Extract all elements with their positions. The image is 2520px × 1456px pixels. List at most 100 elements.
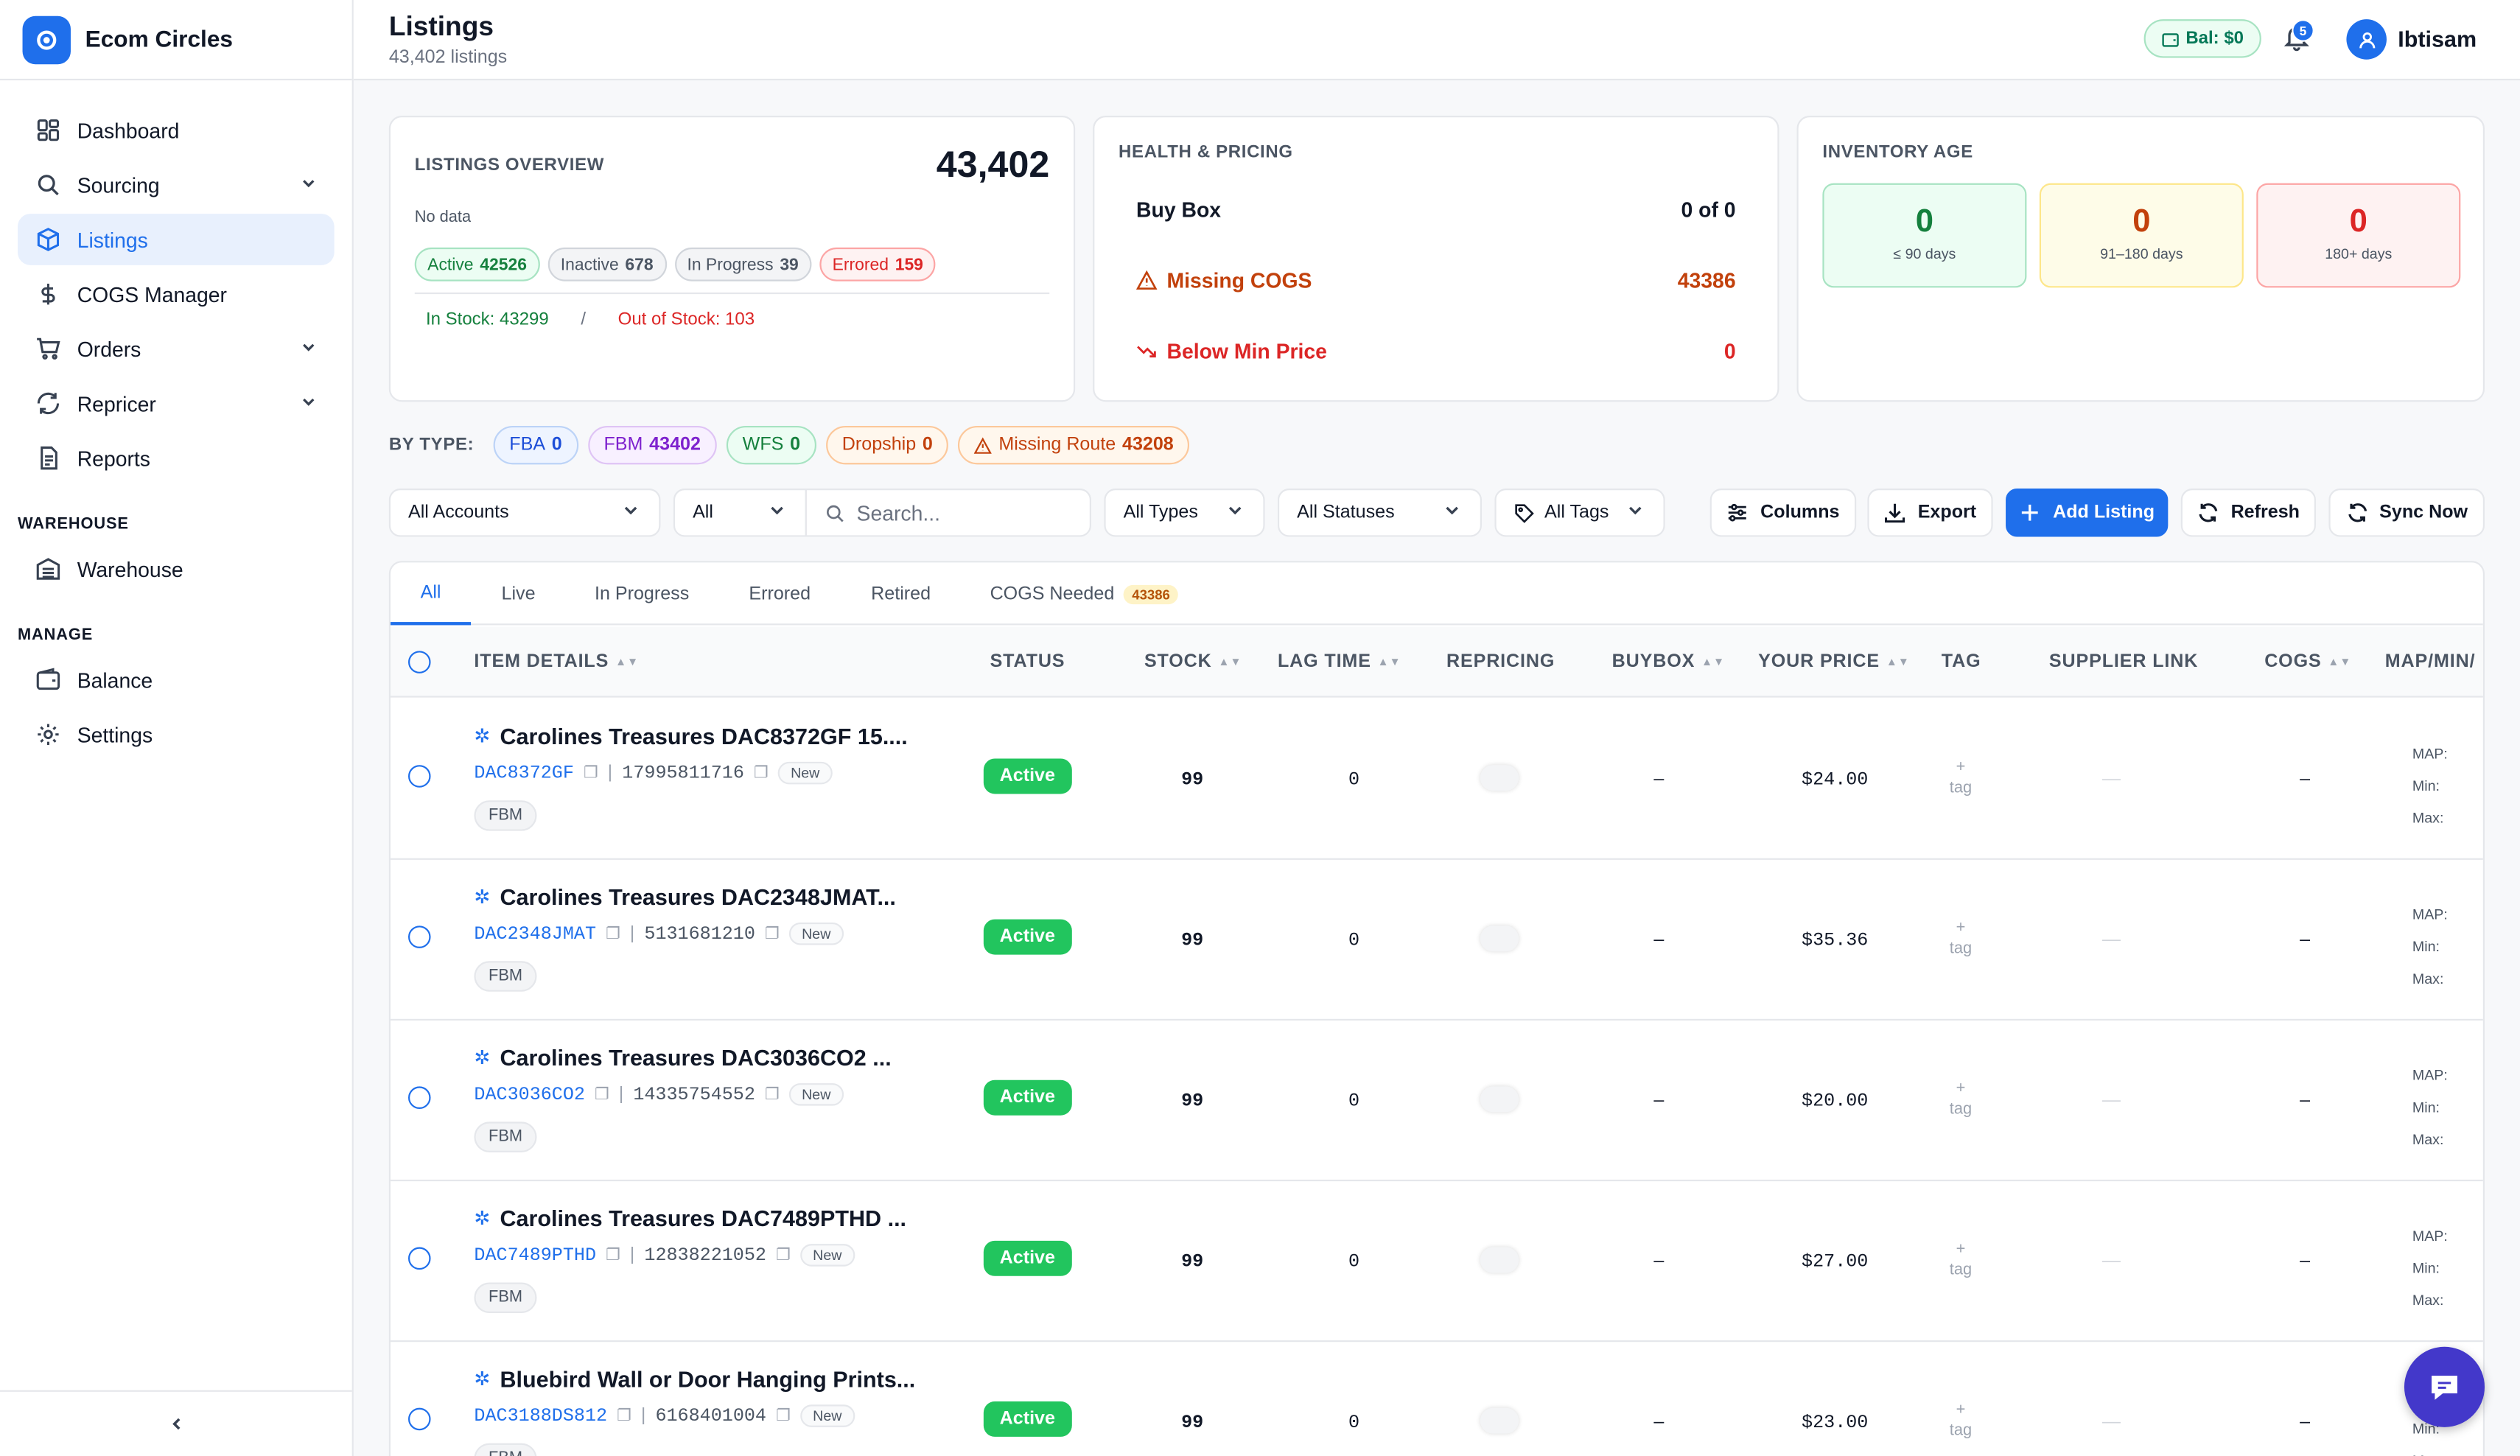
type-pill-missing-route[interactable]: Missing Route 43208 xyxy=(958,425,1190,465)
price-value[interactable]: $24.00 xyxy=(1802,770,1868,791)
copy-icon[interactable]: ❐ xyxy=(765,1085,780,1103)
row-checkbox[interactable] xyxy=(408,1086,431,1109)
sidebar-item-repricer[interactable]: Repricer xyxy=(18,378,335,430)
sidebar-item-settings[interactable]: Settings xyxy=(18,709,335,760)
price-value[interactable]: $35.36 xyxy=(1802,931,1868,951)
supplier-link-value[interactable]: — xyxy=(2102,1252,2121,1271)
below-min-price-row[interactable]: Below Min Price 0 xyxy=(1136,339,1736,363)
missing-cogs-row[interactable]: Missing COGS 43386 xyxy=(1136,268,1736,293)
statuses-select[interactable]: All Statuses xyxy=(1277,489,1482,537)
sidebar-item-reports[interactable]: Reports xyxy=(18,433,335,484)
price-value[interactable]: $27.00 xyxy=(1802,1252,1868,1273)
table-row[interactable]: ✲ Carolines Treasures DAC7489PTHD ... DAC7… xyxy=(391,1181,2483,1343)
user-name[interactable]: Ibtisam xyxy=(2398,26,2477,52)
column-item-details[interactable]: ITEM DETAILS ▲▼ xyxy=(474,627,639,698)
price-value[interactable]: $23.00 xyxy=(1802,1413,1868,1433)
column-cogs[interactable]: COGS ▲▼ xyxy=(2264,627,2351,698)
column-lag-time[interactable]: LAG TIME ▲▼ xyxy=(1278,627,1401,698)
price-value[interactable]: $20.00 xyxy=(1802,1091,1868,1112)
product-title[interactable]: ✲ Carolines Treasures DAC3036CO2 ... xyxy=(474,1045,891,1071)
repricing-toggle[interactable] xyxy=(1480,1407,1519,1434)
chevron-down-icon[interactable] xyxy=(299,172,318,197)
tab-cogs-needed[interactable]: COGS Needed 43386 xyxy=(990,562,1178,625)
column-tag[interactable]: TAG xyxy=(1942,627,1981,698)
tags-select[interactable]: All Tags xyxy=(1494,489,1665,537)
age-box-180-plus[interactable]: 0 180+ days xyxy=(2256,183,2461,288)
table-row[interactable]: ✲ Carolines Treasures DAC2348JMAT... DAC23… xyxy=(391,860,2483,1021)
age-box-91-180[interactable]: 0 91–180 days xyxy=(2039,183,2244,288)
map-min-max[interactable]: MAP:–Min:–Max:– xyxy=(2412,738,2483,834)
supplier-link-value[interactable]: — xyxy=(2102,770,2121,789)
sku-link[interactable]: DAC8372GF xyxy=(474,763,574,783)
row-checkbox[interactable] xyxy=(408,1407,431,1431)
add-tag-button[interactable]: + tag xyxy=(1936,1239,1984,1281)
repricing-toggle[interactable] xyxy=(1480,1086,1519,1113)
supplier-link-value[interactable]: — xyxy=(2102,1091,2121,1110)
sidebar-item-sourcing[interactable]: Sourcing xyxy=(18,159,335,211)
add-tag-button[interactable]: + tag xyxy=(1936,757,1984,799)
copy-icon[interactable]: ❐ xyxy=(754,764,769,782)
column-your-price[interactable]: YOUR PRICE ▲▼ xyxy=(1758,627,1910,698)
row-checkbox[interactable] xyxy=(408,1247,431,1270)
repricing-toggle[interactable] xyxy=(1480,925,1519,952)
tab-errored[interactable]: Errored xyxy=(749,562,811,625)
sku-link[interactable]: DAC7489PTHD xyxy=(474,1245,596,1265)
copy-icon[interactable]: ❐ xyxy=(606,1246,620,1264)
cogs-value[interactable]: – xyxy=(2300,770,2310,789)
collapse-sidebar-button[interactable] xyxy=(0,1390,352,1456)
types-select[interactable]: All Types xyxy=(1104,489,1265,537)
product-title[interactable]: ✲ Carolines Treasures DAC8372GF 15.... xyxy=(474,724,907,749)
copy-icon[interactable]: ❐ xyxy=(595,1085,609,1103)
column-map-min-max[interactable]: MAP/MIN/ xyxy=(2385,627,2476,698)
tab-all[interactable]: All xyxy=(391,562,472,626)
column-stock[interactable]: STOCK ▲▼ xyxy=(1144,627,1242,698)
column-buybox[interactable]: BUYBOX ▲▼ xyxy=(1612,627,1725,698)
cogs-value[interactable]: – xyxy=(2300,931,2310,950)
sku-link[interactable]: DAC3036CO2 xyxy=(474,1084,585,1105)
map-min-max[interactable]: MAP:–Min:–Max:– xyxy=(2412,1059,2483,1155)
in-progress-pill[interactable]: In Progress 39 xyxy=(674,247,812,281)
inactive-pill[interactable]: Inactive 678 xyxy=(547,247,667,281)
type-pill-wfs[interactable]: WFS 0 xyxy=(726,425,816,465)
chat-widget-button[interactable] xyxy=(2404,1346,2485,1427)
sidebar-item-orders[interactable]: Orders xyxy=(18,323,335,374)
row-checkbox[interactable] xyxy=(408,765,431,788)
sidebar-item-dashboard[interactable]: Dashboard xyxy=(18,105,335,156)
type-pill-fba[interactable]: FBA 0 xyxy=(493,425,578,465)
avatar[interactable] xyxy=(2346,19,2387,60)
sidebar-item-warehouse[interactable]: Warehouse xyxy=(18,543,335,595)
chevron-down-icon[interactable] xyxy=(299,337,318,361)
export-button[interactable]: Export xyxy=(1867,489,1993,537)
copy-icon[interactable]: ❐ xyxy=(776,1407,791,1425)
sku-link[interactable]: DAC2348JMAT xyxy=(474,923,596,944)
tab-retired[interactable]: Retired xyxy=(871,562,931,625)
sidebar-item-cogs-manager[interactable]: COGS Manager xyxy=(18,268,335,320)
buy-box-row[interactable]: Buy Box 0 of 0 xyxy=(1136,197,1736,222)
map-min-max[interactable]: MAP:–Min:–Max:– xyxy=(2412,898,2483,995)
active-pill[interactable]: Active 42526 xyxy=(414,247,540,281)
column-supplier-link[interactable]: SUPPLIER LINK xyxy=(2049,627,2198,698)
columns-button[interactable]: Columns xyxy=(1709,489,1857,537)
chevron-down-icon[interactable] xyxy=(299,391,318,416)
table-row[interactable]: ✲ Carolines Treasures DAC8372GF 15.... DAC… xyxy=(391,699,2483,860)
copy-icon[interactable]: ❐ xyxy=(765,925,780,942)
row-checkbox[interactable] xyxy=(408,925,431,948)
tab-live[interactable]: Live xyxy=(502,562,536,625)
cogs-value[interactable]: – xyxy=(2300,1091,2310,1110)
copy-icon[interactable]: ❐ xyxy=(606,925,620,942)
column-status[interactable]: STATUS xyxy=(990,627,1065,698)
copy-icon[interactable]: ❐ xyxy=(776,1246,791,1264)
type-pill-dropship[interactable]: Dropship 0 xyxy=(825,425,949,465)
product-title[interactable]: ✲ Bluebird Wall or Door Hanging Prints... xyxy=(474,1366,915,1392)
search-input[interactable]: Search... xyxy=(805,489,1091,537)
balance-badge[interactable]: Bal: $0 xyxy=(2143,19,2262,58)
search-scope-select[interactable]: All xyxy=(673,489,807,537)
sku-link[interactable]: DAC3188DS812 xyxy=(474,1405,607,1426)
add-tag-button[interactable]: + tag xyxy=(1936,917,1984,959)
product-title[interactable]: ✲ Carolines Treasures DAC2348JMAT... xyxy=(474,884,895,910)
map-min-max[interactable]: MAP:–Min:–Max:– xyxy=(2412,1219,2483,1316)
table-row[interactable]: ✲ Bluebird Wall or Door Hanging Prints...… xyxy=(391,1342,2483,1456)
table-row[interactable]: ✲ Carolines Treasures DAC3036CO2 ... DAC30… xyxy=(391,1021,2483,1182)
refresh-button[interactable]: Refresh xyxy=(2180,489,2316,537)
cogs-value[interactable]: – xyxy=(2300,1413,2310,1432)
